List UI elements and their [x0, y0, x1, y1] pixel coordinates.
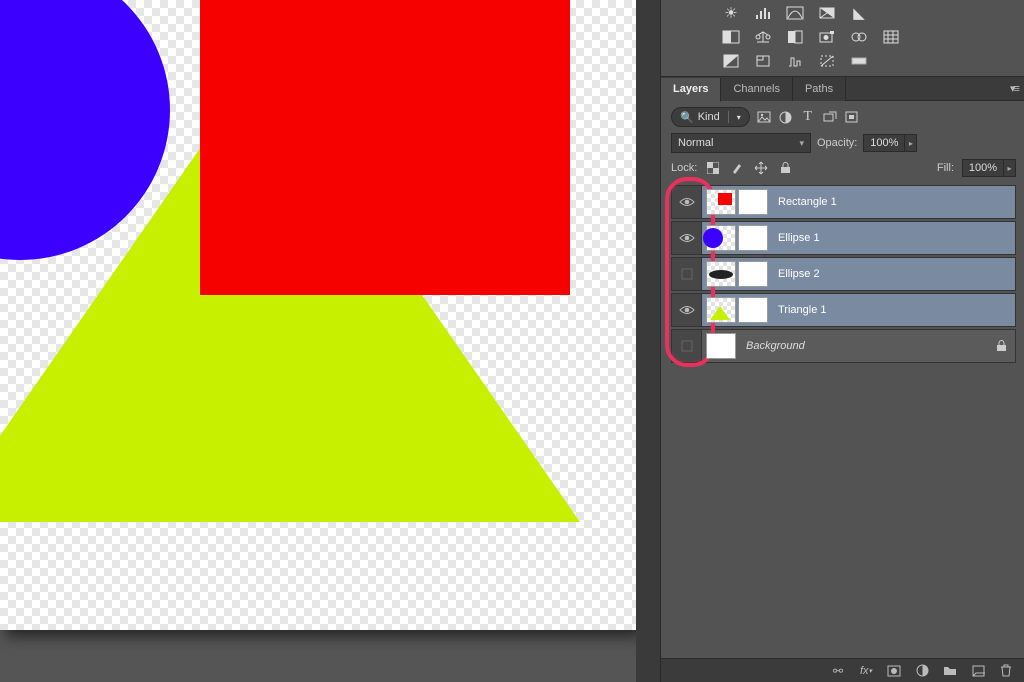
lock-icon	[996, 340, 1015, 352]
blend-mode-value: Normal	[678, 137, 713, 149]
huesat-icon[interactable]	[721, 28, 741, 46]
opacity-value-input[interactable]: 100%	[863, 134, 905, 152]
brightness-icon[interactable]: ☀	[721, 4, 741, 22]
fill-slider-toggle[interactable]: ▸	[1004, 159, 1016, 177]
layer-mask-thumbnail[interactable]	[738, 261, 768, 287]
visibility-toggle[interactable]	[672, 222, 702, 254]
filter-shape-icon[interactable]	[822, 109, 838, 125]
visibility-toggle[interactable]	[672, 294, 702, 326]
layers-panel: Layers Channels Paths ▾≡ 🔍 Kind ▾ T	[661, 76, 1024, 682]
visibility-toggle[interactable]	[672, 258, 702, 290]
layer-mask-thumbnail[interactable]	[738, 189, 768, 215]
lock-all-icon[interactable]	[777, 160, 793, 176]
opacity-slider-toggle[interactable]: ▸	[905, 134, 917, 152]
tab-layers[interactable]: Layers	[661, 78, 721, 102]
bw-icon[interactable]	[785, 28, 805, 46]
layer-row[interactable]: Triangle 1	[671, 293, 1016, 327]
channel-mixer-icon[interactable]	[849, 28, 869, 46]
filter-kind-dropdown[interactable]: 🔍 Kind ▾	[671, 107, 750, 127]
lock-label: Lock:	[671, 162, 697, 174]
layer-name[interactable]: Ellipse 2	[772, 268, 1015, 280]
visibility-toggle[interactable]	[672, 330, 702, 362]
filter-smart-icon[interactable]	[844, 109, 860, 125]
canvas-rectangle-shape[interactable]	[200, 0, 570, 295]
link-icon[interactable]: ⚯	[830, 663, 846, 679]
layer-thumbnail[interactable]	[706, 333, 736, 359]
gradient-map-icon[interactable]	[849, 52, 869, 70]
filter-adjustment-icon[interactable]	[778, 109, 794, 125]
layer-thumbnail[interactable]	[706, 189, 736, 215]
layer-thumbnail[interactable]	[706, 261, 736, 287]
mask-icon[interactable]	[886, 663, 902, 679]
lock-fill-row: Lock: Fill: 100% ▸	[671, 159, 1016, 177]
layer-name[interactable]: Background	[740, 340, 996, 352]
visibility-toggle[interactable]	[672, 186, 702, 218]
search-icon: 🔍	[680, 111, 694, 124]
chevron-down-icon: ▾	[799, 138, 804, 149]
layer-thumbnail[interactable]	[706, 297, 736, 323]
layer-row[interactable]: Rectangle 1	[671, 185, 1016, 219]
layer-thumbnail[interactable]	[706, 225, 736, 251]
layers-panel-body: 🔍 Kind ▾ T Normal ▾ Op	[661, 101, 1024, 658]
tab-channels[interactable]: Channels	[721, 77, 792, 101]
layer-list: Rectangle 1 Ellipse 1	[671, 185, 1016, 654]
panel-tabs: Layers Channels Paths ▾≡	[661, 77, 1024, 101]
tab-paths[interactable]: Paths	[793, 77, 846, 101]
group-icon[interactable]	[942, 663, 958, 679]
vignette-icon[interactable]: ◣	[849, 4, 869, 22]
layer-row[interactable]: Ellipse 2	[671, 257, 1016, 291]
layer-mask-thumbnail[interactable]	[738, 225, 768, 251]
filter-type-icon[interactable]: T	[800, 109, 816, 125]
blend-opacity-row: Normal ▾ Opacity: 100% ▸	[671, 133, 1016, 153]
trash-icon[interactable]	[998, 663, 1014, 679]
canvas-area[interactable]	[0, 0, 660, 682]
fx-icon[interactable]: fx▾	[858, 663, 874, 679]
invert-icon[interactable]	[721, 52, 741, 70]
visibility-empty-icon	[681, 340, 693, 352]
lock-move-icon[interactable]	[753, 160, 769, 176]
selective-icon[interactable]	[817, 52, 837, 70]
photo-filter-icon[interactable]	[817, 28, 837, 46]
layer-name[interactable]: Ellipse 1	[772, 232, 1015, 244]
panel-menu-icon[interactable]: ▾≡	[1004, 82, 1024, 95]
filter-image-icon[interactable]	[756, 109, 772, 125]
balance-icon[interactable]	[753, 28, 773, 46]
blend-mode-dropdown[interactable]: Normal ▾	[671, 133, 811, 153]
right-panel-column: ☀ ◣	[660, 0, 1024, 682]
fill-value-input[interactable]: 100%	[962, 159, 1004, 177]
eye-icon	[679, 197, 695, 207]
eye-icon	[679, 233, 695, 243]
posterize-icon[interactable]	[753, 52, 773, 70]
lock-transparent-icon[interactable]	[705, 160, 721, 176]
layer-row[interactable]: Ellipse 1	[671, 221, 1016, 255]
layer-filter-row: 🔍 Kind ▾ T	[671, 107, 1016, 127]
canvas-scrollbar-gutter	[636, 0, 660, 682]
layer-name[interactable]: Rectangle 1	[772, 196, 1015, 208]
exposure-icon[interactable]	[817, 4, 837, 22]
visibility-empty-icon	[681, 268, 693, 280]
filter-kind-label: Kind	[698, 111, 720, 123]
threshold-icon[interactable]	[785, 52, 805, 70]
app-root: ☀ ◣	[0, 0, 1024, 682]
fill-label: Fill:	[937, 162, 954, 174]
layers-bottom-toolbar: ⚯ fx▾	[661, 658, 1024, 682]
eye-icon	[679, 305, 695, 315]
opacity-label: Opacity:	[817, 137, 857, 149]
lut-icon[interactable]	[881, 28, 901, 46]
adjustment-circle-icon[interactable]	[914, 663, 930, 679]
curves-icon[interactable]	[785, 4, 805, 22]
layer-row-background[interactable]: Background	[671, 329, 1016, 363]
levels-icon[interactable]	[753, 4, 773, 22]
new-layer-icon[interactable]	[970, 663, 986, 679]
document-transparency-grid	[0, 0, 636, 630]
layer-mask-thumbnail[interactable]	[738, 297, 768, 323]
layer-name[interactable]: Triangle 1	[772, 304, 1015, 316]
adjustments-icon-grid: ☀ ◣	[661, 0, 1024, 76]
lock-paint-icon[interactable]	[729, 160, 745, 176]
